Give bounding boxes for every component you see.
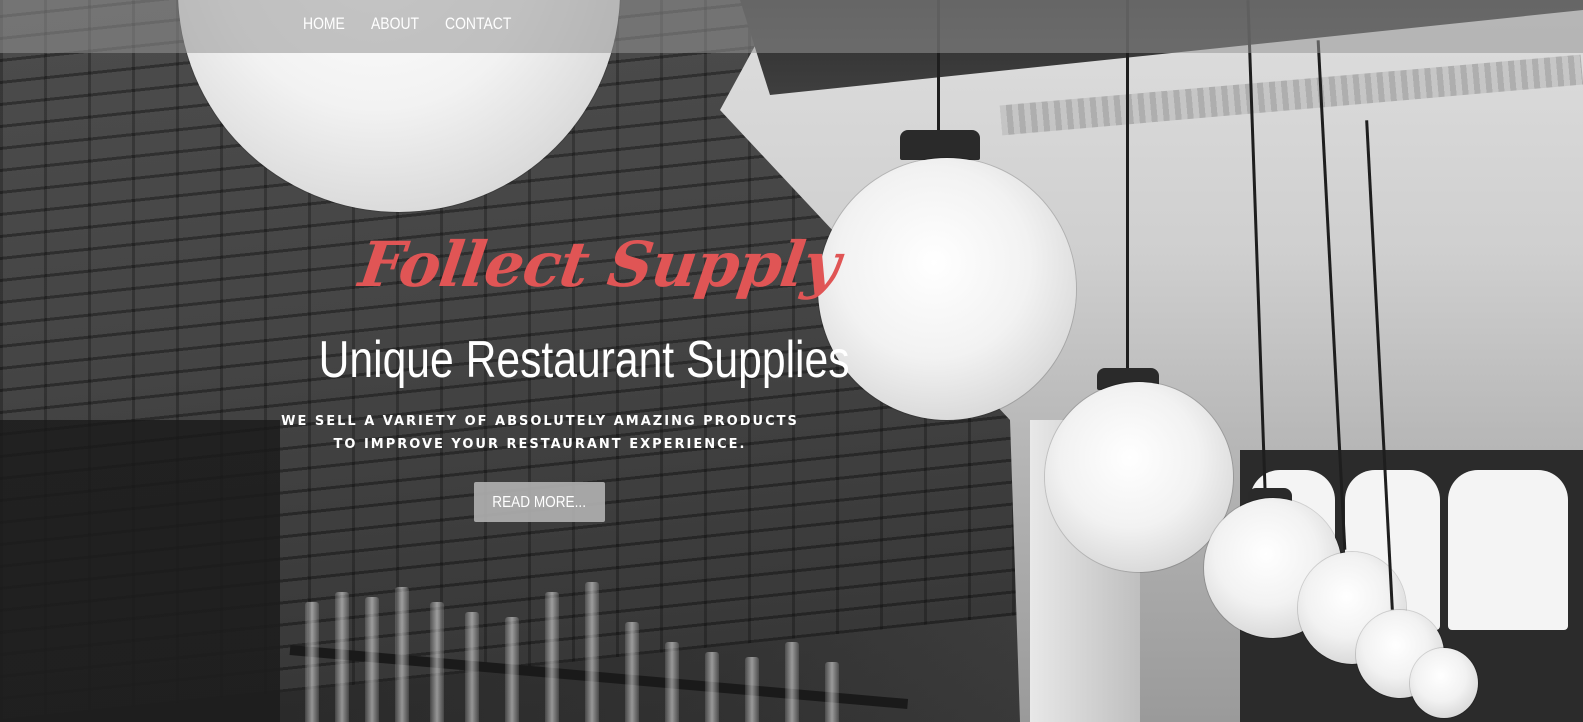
hero-content: Follect Supply Unique Restaurant Supplie…: [0, 0, 1080, 722]
tagline-line-2: TO IMPROVE YOUR RESTAURANT EXPERIENCE.: [333, 437, 747, 452]
top-navbar: HOME ABOUT CONTACT: [0, 0, 1583, 53]
nav-about-link[interactable]: ABOUT: [371, 14, 419, 34]
brand-logo-text: Follect Supply: [354, 228, 844, 301]
window-pane: [1448, 470, 1568, 630]
hero-section: HOME ABOUT CONTACT Follect Supply Unique…: [0, 0, 1583, 722]
lamp-cord: [1126, 0, 1129, 370]
read-more-button[interactable]: READ MORE...: [474, 482, 605, 522]
tagline-line-1: WE SELL A VARIETY OF ABSOLUTELY AMAZING …: [281, 414, 799, 429]
hero-tagline: WE SELL A VARIETY OF ABSOLUTELY AMAZING …: [270, 410, 810, 456]
hero-headline: Unique Restaurant Supplies: [318, 331, 850, 389]
nav-home-link[interactable]: HOME: [303, 14, 345, 34]
read-more-label: READ MORE...: [492, 494, 587, 511]
nav-contact-link[interactable]: CONTACT: [445, 14, 511, 34]
pendant-lamp-image: [1410, 648, 1478, 718]
